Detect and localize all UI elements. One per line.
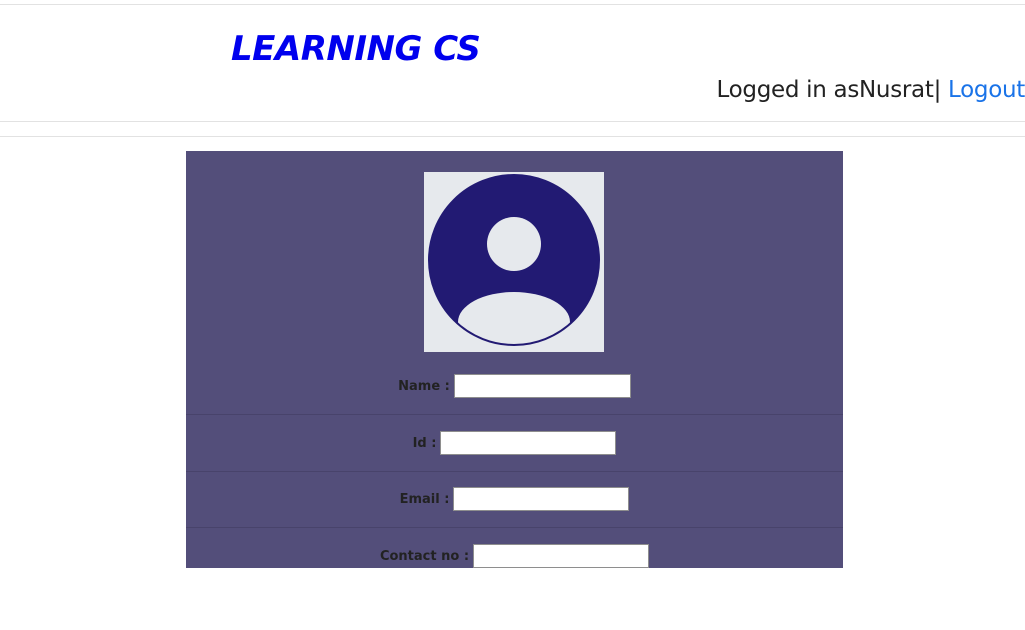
- user-bar-separator: |: [933, 77, 942, 103]
- contact-label: Contact no :: [379, 548, 470, 564]
- logout-link[interactable]: Logout: [948, 77, 1025, 103]
- profile-card: Name : Id : Email : Contact no :: [186, 151, 843, 568]
- id-row: Id :: [186, 415, 843, 472]
- site-brand[interactable]: LEARNING CS: [231, 29, 481, 69]
- id-field[interactable]: [440, 431, 617, 455]
- user-bar: Logged in asNusrat| Logout: [717, 77, 1025, 103]
- email-field[interactable]: [453, 487, 630, 511]
- name-label: Name :: [398, 378, 450, 394]
- username: Nusrat: [859, 77, 934, 103]
- site-header: LEARNING CS Logged in asNusrat| Logout: [0, 5, 1025, 121]
- content-divider: [0, 136, 1025, 137]
- contact-field[interactable]: [473, 544, 650, 568]
- email-row: Email :: [186, 471, 843, 528]
- header-divider: [0, 121, 1025, 122]
- user-avatar-icon: [424, 172, 604, 352]
- name-row: Name :: [186, 358, 843, 415]
- name-field[interactable]: [453, 374, 631, 398]
- logged-in-label: Logged in as: [716, 77, 860, 103]
- contact-row: Contact no :: [186, 528, 843, 568]
- email-label: Email :: [399, 491, 450, 507]
- id-label: Id :: [412, 435, 437, 451]
